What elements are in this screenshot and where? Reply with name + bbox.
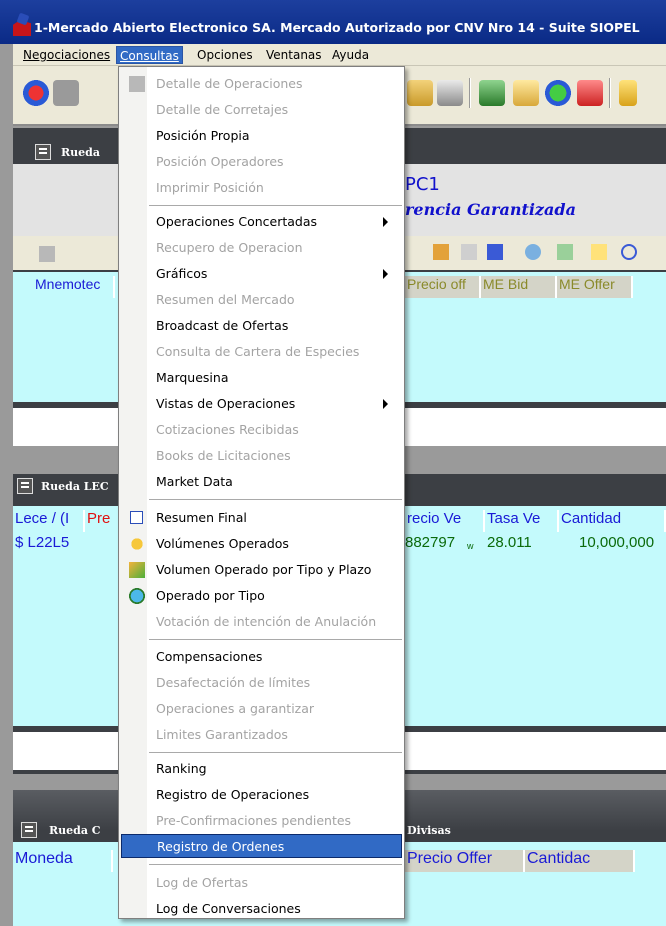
rueda-1-subtitle: rencia Garantizada bbox=[405, 200, 576, 219]
row-rate: 28.011 bbox=[487, 534, 532, 551]
menu-item-detalle-corretajes[interactable]: Detalle de Corretajes bbox=[121, 98, 402, 122]
menu-item-consulta-cartera[interactable]: Consulta de Cartera de Especies bbox=[121, 340, 402, 364]
menu-item-posicion-propia[interactable]: Posición Propia bbox=[121, 124, 402, 148]
transfer-icon[interactable] bbox=[479, 80, 505, 106]
menu-item-vistas-operaciones[interactable]: Vistas de Operaciones bbox=[121, 392, 402, 416]
calculator-icon[interactable] bbox=[437, 80, 463, 106]
bar-chart-icon[interactable] bbox=[487, 244, 503, 260]
sync-icon[interactable] bbox=[545, 80, 571, 106]
key-icon[interactable] bbox=[619, 80, 637, 106]
rueda-3-title: Rueda C bbox=[49, 824, 101, 837]
menu-item-graficos[interactable]: Gráficos bbox=[121, 262, 402, 286]
menu-item-broadcast-ofertas[interactable]: Broadcast de Ofertas bbox=[121, 314, 402, 338]
consultas-dropdown: Detalle de Operaciones Detalle de Corret… bbox=[118, 66, 405, 919]
menu-item-desafectacion-limites[interactable]: Desafectación de límites bbox=[121, 671, 402, 695]
settings-icon[interactable] bbox=[525, 244, 541, 260]
col-precio-offer[interactable]: Precio off bbox=[405, 276, 481, 298]
menu-item-registro-ordenes[interactable]: Registro de Ordenes bbox=[121, 834, 402, 858]
note-icon[interactable] bbox=[591, 244, 607, 260]
menu-consultas[interactable]: Consultas bbox=[116, 46, 183, 64]
market-icon[interactable] bbox=[53, 80, 79, 106]
col-lece[interactable]: Lece / (I bbox=[13, 510, 85, 532]
col-mnemotecnico[interactable]: Mnemotec bbox=[33, 276, 115, 298]
refresh-icon[interactable] bbox=[23, 80, 49, 106]
alert-icon[interactable] bbox=[577, 80, 603, 106]
rueda-3-title-tail: Divisas bbox=[407, 824, 451, 837]
window-title: 1-Mercado Abierto Electronico SA. Mercad… bbox=[34, 20, 640, 35]
col-tasa-venta[interactable]: Tasa Ve bbox=[485, 510, 559, 532]
menu-item-pre-confirmaciones[interactable]: Pre-Confirmaciones pendientes bbox=[121, 809, 402, 833]
rueda-1-code: PC1 bbox=[405, 174, 440, 195]
window-menu-icon[interactable] bbox=[21, 822, 37, 838]
submenu-arrow-icon bbox=[383, 269, 388, 279]
menu-ayuda[interactable]: Ayuda bbox=[329, 46, 372, 64]
globe-icon bbox=[129, 588, 145, 604]
row-price: 882797 bbox=[405, 534, 456, 551]
window-menu-icon[interactable] bbox=[17, 478, 33, 494]
app-logo-icon bbox=[13, 14, 31, 36]
menu-item-market-data[interactable]: Market Data bbox=[121, 470, 402, 494]
rueda-1-title: Rueda bbox=[61, 146, 100, 159]
menu-ventanas[interactable]: Ventanas bbox=[263, 46, 325, 64]
menu-item-operaciones-concertadas[interactable]: Operaciones Concertadas bbox=[121, 210, 402, 234]
menu-item-posicion-operadores[interactable]: Posición Operadores bbox=[121, 150, 402, 174]
col-cantidad[interactable]: Cantidad bbox=[559, 510, 666, 532]
window-menu-icon[interactable] bbox=[35, 144, 51, 160]
hand-icon[interactable] bbox=[433, 244, 449, 260]
submenu-arrow-icon bbox=[383, 217, 388, 227]
report-icon bbox=[130, 511, 143, 524]
menu-item-volumen-tipo-plazo[interactable]: Volumen Operado por Tipo y Plazo bbox=[121, 558, 402, 582]
submenu-arrow-icon bbox=[383, 399, 388, 409]
menu-item-resumen-final[interactable]: Resumen Final bbox=[121, 506, 402, 530]
coins-icon bbox=[129, 536, 145, 552]
exchange-icon[interactable] bbox=[557, 244, 573, 260]
menu-item-votacion-anulacion[interactable]: Votación de intención de Anulación bbox=[121, 610, 402, 634]
col-moneda[interactable]: Moneda bbox=[13, 850, 113, 872]
menu-item-marquesina[interactable]: Marquesina bbox=[121, 366, 402, 390]
menu-bar: Negociaciones Consultas Opciones Ventana… bbox=[13, 44, 666, 66]
menu-item-ranking[interactable]: Ranking bbox=[121, 757, 402, 781]
rueda-2-title: Rueda LEC bbox=[41, 480, 109, 493]
menu-item-registro-operaciones[interactable]: Registro de Operaciones bbox=[121, 783, 402, 807]
col-cantidad[interactable]: Cantidac bbox=[525, 850, 635, 872]
add-icon[interactable] bbox=[39, 246, 55, 262]
menu-item-books-licitaciones[interactable]: Books de Licitaciones bbox=[121, 444, 402, 468]
title-bar: 1-Mercado Abierto Electronico SA. Mercad… bbox=[0, 0, 666, 44]
menu-item-limites-garantizados[interactable]: Limites Garantizados bbox=[121, 723, 402, 747]
menu-item-log-conversaciones[interactable]: Log de Conversaciones bbox=[121, 897, 402, 921]
menu-item-resumen-mercado[interactable]: Resumen del Mercado bbox=[121, 288, 402, 312]
col-me-bid[interactable]: ME Bid bbox=[481, 276, 557, 298]
row-symbol: $ L22L5 bbox=[15, 534, 70, 551]
col-precio-offer[interactable]: Precio Offer bbox=[405, 850, 525, 872]
row-quantity: 10,000,000 bbox=[579, 534, 655, 551]
notepad-icon[interactable] bbox=[513, 80, 539, 106]
menu-item-operado-por-tipo[interactable]: Operado por Tipo bbox=[121, 584, 402, 608]
menu-item-imprimir-posicion[interactable]: Imprimir Posición bbox=[121, 176, 402, 200]
menu-item-operaciones-garantizar[interactable]: Operaciones a garantizar bbox=[121, 697, 402, 721]
col-me-offer[interactable]: ME Offer bbox=[557, 276, 633, 298]
chart-icon[interactable] bbox=[461, 244, 477, 260]
menu-opciones[interactable]: Opciones bbox=[194, 46, 256, 64]
hand-coins-icon bbox=[129, 562, 145, 578]
doc-icon bbox=[129, 76, 145, 92]
col-precio-venta[interactable]: recio Ve bbox=[405, 510, 485, 532]
row-price-marker: w bbox=[467, 541, 474, 551]
menu-item-log-ofertas[interactable]: Log de Ofertas bbox=[121, 871, 402, 895]
menu-negociaciones[interactable]: Negociaciones bbox=[20, 46, 113, 64]
menu-item-cotizaciones-recibidas[interactable]: Cotizaciones Recibidas bbox=[121, 418, 402, 442]
lock-icon[interactable] bbox=[407, 80, 433, 106]
menu-item-detalle-operaciones[interactable]: Detalle de Operaciones bbox=[121, 72, 402, 96]
menu-item-volumenes-operados[interactable]: Volúmenes Operados bbox=[121, 532, 402, 556]
menu-item-compensaciones[interactable]: Compensaciones bbox=[121, 645, 402, 669]
menu-item-recupero-operacion[interactable]: Recupero de Operacion bbox=[121, 236, 402, 260]
zoom-icon[interactable] bbox=[621, 244, 637, 260]
